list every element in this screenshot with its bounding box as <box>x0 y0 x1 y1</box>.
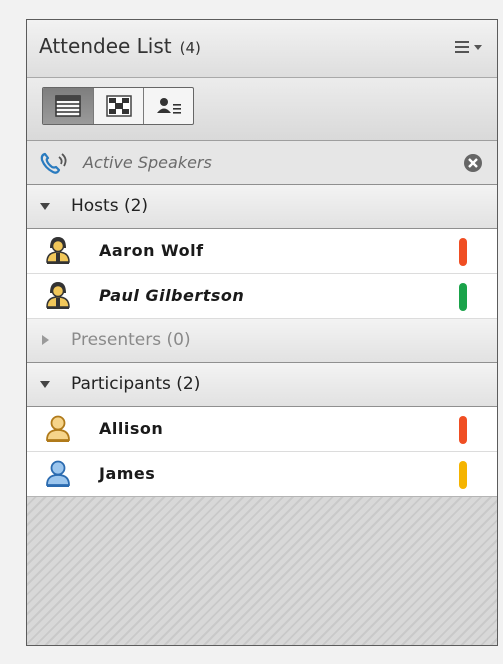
list-view-button[interactable] <box>43 88 93 124</box>
empty-list-area <box>27 496 497 645</box>
attendee-row-participant[interactable]: James <box>27 452 497 497</box>
pod-options-menu-button[interactable] <box>453 36 485 58</box>
status-indicator-yellow <box>459 461 467 489</box>
group-header-hosts[interactable]: Hosts (2) <box>27 185 497 229</box>
participant-user-icon <box>46 415 70 442</box>
group-label-hosts: Hosts (2) <box>71 196 149 216</box>
collapsed-arrow-icon <box>42 335 49 345</box>
attendee-name: Aaron Wolf <box>99 241 204 260</box>
attendee-name: Paul Gilbertson <box>99 286 245 305</box>
attendee-row-participant[interactable]: Allison <box>27 407 497 452</box>
attendee-list-pod: Attendee List (4) Active Speakers Hosts … <box>26 19 498 646</box>
active-speakers-label: Active Speakers <box>83 153 212 172</box>
close-circle-icon[interactable] <box>463 153 483 173</box>
attendee-name: James <box>99 464 156 483</box>
pod-titlebar: Attendee List (4) <box>27 20 497 78</box>
group-header-presenters[interactable]: Presenters (0) <box>27 319 497 363</box>
active-speakers-bar[interactable]: Active Speakers <box>27 141 497 185</box>
attendee-count: (4) <box>179 39 201 57</box>
attendee-detail-view-button[interactable] <box>143 88 193 124</box>
attendee-row-host[interactable]: Aaron Wolf <box>27 229 497 274</box>
host-user-icon <box>46 282 70 309</box>
status-indicator-red <box>459 238 467 266</box>
breakout-view-icon <box>105 95 132 117</box>
pod-title: Attendee List (4) <box>39 34 201 58</box>
list-menu-icon <box>455 41 482 53</box>
pod-title-text: Attendee List <box>39 34 172 58</box>
expanded-arrow-icon <box>40 203 50 210</box>
group-header-participants[interactable]: Participants (2) <box>27 363 497 407</box>
attendee-detail-icon <box>156 98 181 114</box>
group-label-presenters: Presenters (0) <box>71 330 191 350</box>
view-mode-selector <box>42 87 194 125</box>
group-label-participants: Participants (2) <box>71 374 201 394</box>
expanded-arrow-icon <box>40 381 50 388</box>
status-indicator-red <box>459 416 467 444</box>
participant-user-icon <box>46 460 70 487</box>
view-mode-toolbar <box>27 78 497 141</box>
list-view-icon <box>55 95 81 117</box>
host-user-icon <box>46 237 70 264</box>
status-indicator-green <box>459 283 467 311</box>
breakout-view-button[interactable] <box>93 88 143 124</box>
phone-speaker-icon <box>40 152 67 174</box>
attendee-row-host[interactable]: Paul Gilbertson <box>27 274 497 319</box>
attendee-name: Allison <box>99 419 164 438</box>
